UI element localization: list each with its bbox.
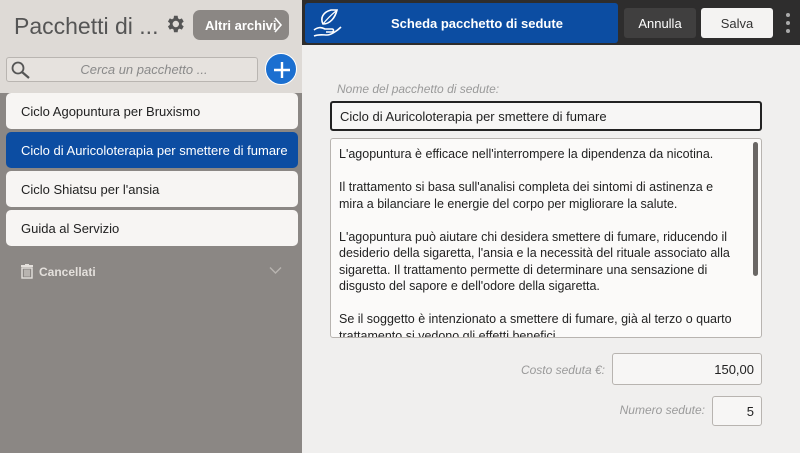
description-paragraph: L'agopuntura può aiutare chi desidera sm… bbox=[339, 229, 730, 294]
search-box[interactable] bbox=[6, 57, 258, 82]
cost-input[interactable] bbox=[612, 353, 762, 385]
cost-label: Costo seduta €: bbox=[520, 363, 605, 377]
description-paragraph: Se il soggetto è intenzionato a smettere… bbox=[339, 312, 732, 338]
toolbar: Scheda pacchetto di sedute Annulla Salva bbox=[302, 0, 800, 45]
leaf-hand-icon bbox=[313, 9, 342, 37]
description-textarea[interactable]: L'agopuntura è efficace nell'interromper… bbox=[330, 138, 762, 338]
add-package-button[interactable] bbox=[265, 53, 297, 85]
other-archives-label: Altri archivi bbox=[205, 18, 277, 33]
package-name-label: Nome del pacchetto di sedute: bbox=[337, 82, 500, 96]
sessions-label: Numero sedute: bbox=[619, 403, 705, 417]
other-archives-button[interactable]: Altri archivi bbox=[193, 10, 289, 40]
detail-title: Scheda pacchetto di sedute bbox=[391, 16, 563, 31]
detail-header: Scheda pacchetto di sedute bbox=[305, 3, 618, 43]
trash-icon bbox=[21, 264, 33, 279]
deleted-section-toggle[interactable]: Cancellati bbox=[20, 263, 282, 281]
sidebar-header: Pacchetti di ... Altri archivi bbox=[0, 0, 302, 93]
sidebar: Pacchetti di ... Altri archivi Ciclo Ago bbox=[0, 0, 302, 453]
package-list-item[interactable]: Ciclo Agopuntura per Bruxismo bbox=[6, 93, 298, 129]
chevron-down-icon bbox=[269, 267, 282, 274]
search-input[interactable] bbox=[35, 60, 253, 79]
more-vertical-icon[interactable] bbox=[783, 11, 793, 35]
chevron-right-icon bbox=[274, 17, 283, 33]
description-text: L'agopuntura è efficace nell'interromper… bbox=[339, 146, 739, 338]
deleted-label: Cancellati bbox=[39, 265, 96, 279]
description-paragraph: L'agopuntura è efficace nell'interromper… bbox=[339, 147, 714, 161]
description-scrollbar[interactable] bbox=[753, 142, 758, 276]
package-list-item[interactable]: Ciclo Shiatsu per l'ansia bbox=[6, 171, 298, 207]
description-paragraph: Il trattamento si basa sull'analisi comp… bbox=[339, 180, 714, 211]
package-list-item[interactable]: Guida al Servizio bbox=[6, 210, 298, 246]
sessions-input[interactable] bbox=[712, 396, 762, 426]
package-list-item-selected[interactable]: Ciclo di Auricoloterapia per smettere di… bbox=[6, 132, 298, 168]
save-button[interactable]: Salva bbox=[701, 8, 773, 38]
cancel-button[interactable]: Annulla bbox=[624, 8, 696, 38]
plus-icon bbox=[274, 62, 290, 78]
detail-panel: Scheda pacchetto di sedute Annulla Salva… bbox=[302, 0, 800, 453]
gear-icon[interactable] bbox=[164, 13, 186, 35]
sidebar-title: Pacchetti di ... bbox=[14, 13, 159, 39]
package-name-input[interactable] bbox=[330, 101, 762, 131]
search-icon bbox=[11, 61, 30, 79]
